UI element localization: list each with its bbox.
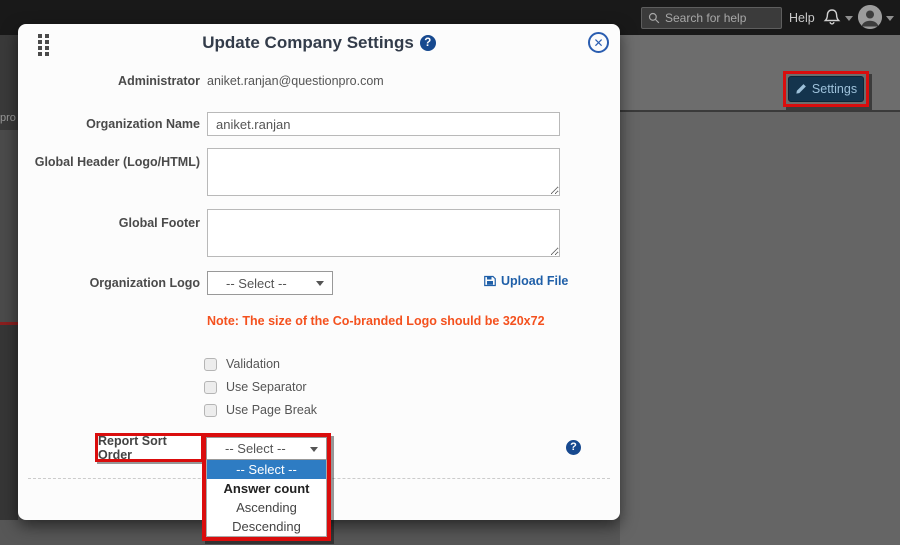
logo-size-note: Note: The size of the Co-branded Logo sh… (207, 314, 545, 328)
select-caret-icon (316, 281, 324, 286)
upload-file-icon (484, 275, 496, 287)
settings-button[interactable]: Settings (788, 76, 864, 102)
checkbox-icon[interactable] (204, 381, 217, 394)
organization-logo-selected-value: -- Select -- (226, 276, 287, 291)
title-help-icon[interactable] (420, 35, 436, 51)
settings-annotation-box: Settings (783, 71, 869, 107)
pencil-icon (795, 83, 807, 95)
report-sort-order-select[interactable]: -- Select -- (206, 437, 327, 460)
update-company-settings-dialog: Update Company Settings Administrator an… (18, 24, 620, 520)
global-footer-textarea[interactable] (207, 209, 560, 257)
user-avatar[interactable] (858, 5, 882, 29)
menu-option-descending[interactable]: Descending (207, 517, 326, 536)
menu-option-select[interactable]: -- Select -- (207, 460, 326, 479)
report-sort-order-menu: -- Select -- Answer count Ascending Desc… (206, 460, 327, 537)
page-background-panel (620, 112, 900, 545)
page-background-strip (0, 130, 18, 322)
use-separator-checkbox-row[interactable]: Use Separator (204, 380, 307, 394)
settings-button-label: Settings (812, 82, 857, 96)
validation-checkbox-row[interactable]: Validation (204, 357, 280, 371)
menu-option-answer-count[interactable]: Answer count (207, 479, 326, 498)
organization-name-label: Organization Name (28, 117, 200, 131)
administrator-value: aniket.ranjan@questionpro.com (207, 74, 384, 88)
notifications-bell-icon[interactable] (822, 7, 842, 28)
bell-dropdown-caret[interactable] (845, 16, 853, 21)
global-footer-label: Global Footer (28, 216, 200, 230)
checkbox-label: Use Page Break (226, 403, 317, 417)
checkbox-label: Use Separator (226, 380, 307, 394)
checkbox-icon[interactable] (204, 358, 217, 371)
organization-name-input[interactable] (207, 112, 560, 136)
close-icon[interactable] (588, 32, 609, 53)
help-search-box[interactable] (641, 7, 782, 29)
organization-logo-label: Organization Logo (28, 276, 200, 290)
use-page-break-checkbox-row[interactable]: Use Page Break (204, 403, 317, 417)
global-header-label: Global Header (Logo/HTML) (28, 155, 200, 169)
menu-option-ascending[interactable]: Ascending (207, 498, 326, 517)
help-link[interactable]: Help (789, 11, 815, 25)
organization-logo-select[interactable]: -- Select -- (207, 271, 333, 295)
avatar-dropdown-caret[interactable] (886, 16, 894, 21)
report-sort-order-annotation-box: Report Sort Order (95, 433, 204, 462)
report-sort-order-label: Report Sort Order (98, 434, 201, 462)
select-caret-icon (310, 447, 318, 452)
report-sort-help-icon[interactable] (566, 440, 581, 455)
upload-file-label: Upload File (501, 274, 568, 288)
search-icon (648, 12, 660, 24)
upload-file-link[interactable]: Upload File (484, 274, 568, 288)
report-sort-dropdown-annotation-box: -- Select -- -- Select -- Answer count A… (202, 433, 331, 541)
global-header-textarea[interactable] (207, 148, 560, 196)
clipped-page-text: pro (0, 112, 17, 124)
report-sort-order-selected-value: -- Select -- (225, 441, 286, 456)
page-background-strip (0, 325, 18, 520)
dialog-title: Update Company Settings (202, 33, 414, 52)
administrator-label: Administrator (28, 74, 200, 88)
checkbox-label: Validation (226, 357, 280, 371)
checkbox-icon[interactable] (204, 404, 217, 417)
